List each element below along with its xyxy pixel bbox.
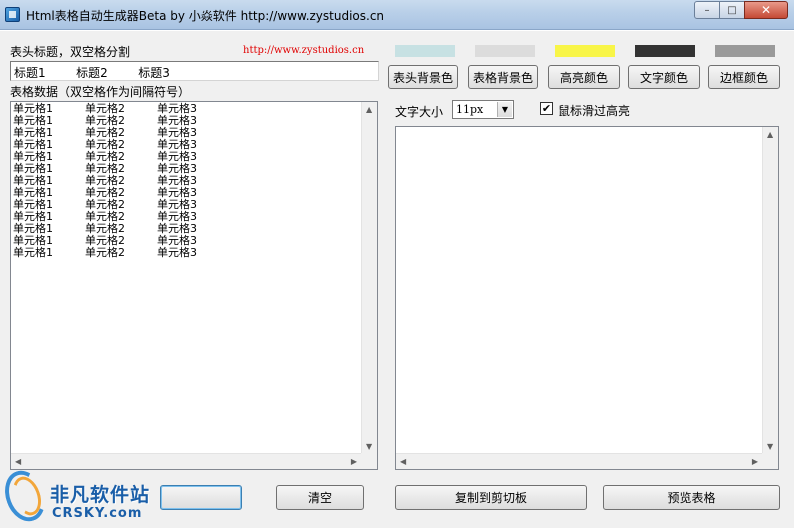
title-bar[interactable]: Html表格自动生成器Beta by 小焱软件 http://www.zystu… xyxy=(0,0,794,30)
scroll-up-icon[interactable]: ▲ xyxy=(366,105,372,114)
scroll-right-icon[interactable]: ▶ xyxy=(752,457,758,466)
hover-highlight-label[interactable]: 鼠标滑过高亮 xyxy=(558,102,630,119)
highlight-swatch xyxy=(555,45,615,57)
minimize-button[interactable]: – xyxy=(694,1,720,19)
header-bg-color-button[interactable]: 表头背景色 xyxy=(388,65,458,89)
app-icon xyxy=(5,7,20,22)
table-data-textarea[interactable]: 单元格1 单元格2 单元格3 单元格1 单元格2 单元格3 单元格1 单元格2 单元格3 单元格1… xyxy=(10,101,378,470)
border-color-button[interactable]: 边框颜色 xyxy=(708,65,780,89)
maximize-button[interactable]: □ xyxy=(719,1,745,19)
watermark-en-text: CRSKY.com xyxy=(52,506,143,521)
scroll-down-icon[interactable]: ▼ xyxy=(366,442,372,451)
dialog-client: 表头标题，双空格分割 http://www.zystudios.cn 标题1 标… xyxy=(0,31,794,528)
crsky-watermark-logo: 非凡软件站 CRSKY.com xyxy=(0,465,160,528)
scroll-left-icon[interactable]: ◀ xyxy=(15,457,21,466)
window-title: Html表格自动生成器Beta by 小焱软件 http://www.zystu… xyxy=(26,9,385,23)
font-size-value: 11px xyxy=(456,103,484,116)
font-size-label: 文字大小 xyxy=(395,105,444,119)
scroll-corner xyxy=(762,453,778,469)
header-title-value: 标题1 标题2 标题3 xyxy=(14,66,170,80)
scroll-down-icon[interactable]: ▼ xyxy=(767,442,773,451)
window-controls: – □ ✕ xyxy=(694,1,788,19)
website-link[interactable]: http://www.zystudios.cn xyxy=(243,45,364,56)
header-title-input[interactable]: 标题1 标题2 标题3 xyxy=(10,61,379,81)
scroll-corner xyxy=(361,453,377,469)
header-title-label: 表头标题，双空格分割 xyxy=(10,45,131,59)
close-button[interactable]: ✕ xyxy=(744,1,788,19)
generate-button[interactable] xyxy=(160,485,242,510)
scroll-up-icon[interactable]: ▲ xyxy=(767,130,773,139)
header-bg-swatch xyxy=(395,45,455,57)
table-bg-swatch xyxy=(475,45,535,57)
table-data-cell: 单元格1 xyxy=(13,246,53,259)
preview-vertical-scrollbar[interactable]: ▲ ▼ xyxy=(762,127,778,454)
scroll-left-icon[interactable]: ◀ xyxy=(400,457,406,466)
vertical-scrollbar[interactable]: ▲ ▼ xyxy=(361,102,377,454)
copy-to-clipboard-button[interactable]: 复制到剪切板 xyxy=(395,485,587,510)
table-data-line: 单元格1 单元格2 单元格3 xyxy=(13,247,229,259)
font-size-select[interactable]: 11px ▼ xyxy=(452,100,514,119)
border-color-swatch xyxy=(715,45,775,57)
text-color-swatch xyxy=(635,45,695,57)
watermark-cn-text: 非凡软件站 xyxy=(50,484,151,506)
table-bg-color-button[interactable]: 表格背景色 xyxy=(468,65,538,89)
table-data-lines: 单元格1 单元格2 单元格3 单元格1 单元格2 单元格3 单元格1 单元格2 单元格3 单元格1… xyxy=(13,103,229,259)
scroll-right-icon[interactable]: ▶ xyxy=(351,457,357,466)
preview-horizontal-scrollbar[interactable]: ◀ ▶ xyxy=(396,453,762,469)
highlight-color-button[interactable]: 高亮颜色 xyxy=(548,65,620,89)
preview-pane[interactable]: ▲ ▼ ◀ ▶ xyxy=(395,126,779,470)
text-color-button[interactable]: 文字颜色 xyxy=(628,65,700,89)
chevron-down-icon[interactable]: ▼ xyxy=(497,102,512,117)
table-data-cell: 单元格3 xyxy=(157,246,197,259)
clear-button[interactable]: 清空 xyxy=(276,485,364,510)
preview-table-button[interactable]: 预览表格 xyxy=(603,485,780,510)
table-data-cell: 单元格2 xyxy=(85,246,125,259)
hover-highlight-checkbox[interactable]: ✔ xyxy=(540,102,553,115)
table-data-label: 表格数据（双空格作为间隔符号） xyxy=(10,85,191,99)
